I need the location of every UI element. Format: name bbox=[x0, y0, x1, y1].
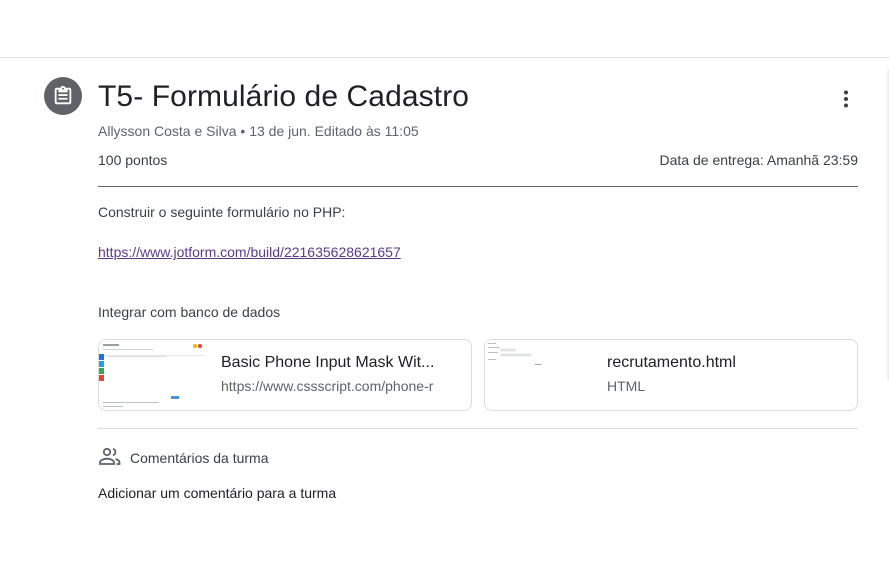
attachment-title: Basic Phone Input Mask Wit... bbox=[221, 354, 435, 371]
description-line-1: Construir o seguinte formulário no PHP: bbox=[98, 204, 346, 220]
attachment-type: HTML bbox=[607, 378, 646, 394]
description-line-2: Integrar com banco de dados bbox=[98, 304, 281, 320]
attachment-card-link[interactable]: Basic Phone Input Mask Wit... https://ww… bbox=[98, 339, 472, 411]
meta-separator: • bbox=[240, 123, 246, 139]
post-date: 13 de jun. bbox=[249, 123, 311, 139]
attachment-thumbnail bbox=[99, 340, 205, 410]
attachment-title: recrutamento.html bbox=[607, 354, 736, 371]
add-class-comment-button[interactable]: Adicionar um comentário para a turma bbox=[98, 485, 336, 501]
author-name: Allysson Costa e Silva bbox=[98, 123, 237, 139]
edited-time: Editado às 11:05 bbox=[314, 123, 419, 139]
attachment-card-file[interactable]: recrutamento.html HTML bbox=[484, 339, 858, 411]
attachment-url: https://www.cssscript.com/phone-r bbox=[221, 378, 434, 394]
assignment-meta: Allysson Costa e Silva • 13 de jun. Edit… bbox=[98, 123, 419, 139]
due-date: Data de entrega: Amanhã 23:59 bbox=[659, 152, 858, 168]
more-options-button[interactable] bbox=[831, 84, 861, 114]
points-label: 100 pontos bbox=[98, 152, 168, 168]
header-divider bbox=[98, 186, 858, 187]
assignment-icon bbox=[44, 77, 82, 115]
class-comments-title: Comentários da turma bbox=[130, 450, 269, 466]
comments-divider bbox=[98, 428, 858, 429]
assignment-title: T5- Formulário de Cadastro bbox=[98, 80, 470, 113]
top-bar bbox=[0, 0, 889, 58]
jotform-link[interactable]: https://www.jotform.com/build/2216356286… bbox=[98, 244, 401, 260]
more-vert-icon bbox=[844, 90, 848, 108]
attachment-thumbnail bbox=[485, 340, 591, 410]
people-icon bbox=[98, 447, 122, 467]
